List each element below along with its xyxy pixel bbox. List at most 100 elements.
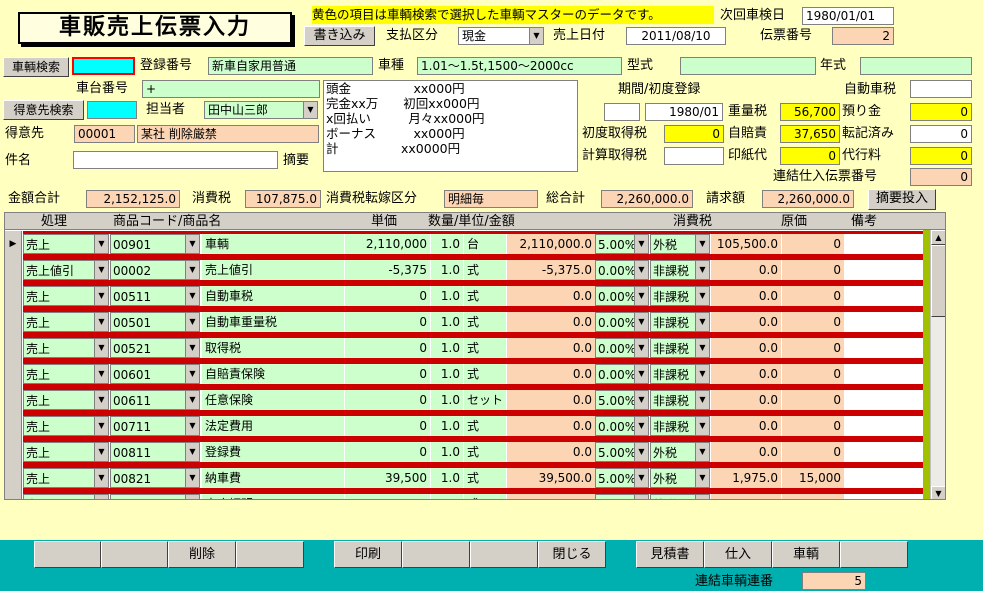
customer-id-field[interactable] (87, 101, 137, 119)
cell-tax[interactable]: 0.0 (711, 442, 781, 462)
cell-price[interactable]: 8,000 (345, 494, 430, 499)
cell-code[interactable]: 00831 ▼ (110, 494, 200, 499)
cell-name[interactable]: 取得税 (202, 338, 344, 358)
cell-proc[interactable]: 売上 ▼ (23, 416, 109, 436)
chevron-down-icon[interactable]: ▼ (634, 443, 648, 461)
cell-taxtype[interactable]: 外税 ▼ (650, 234, 710, 254)
cell-tax[interactable]: 0.0 (711, 260, 781, 280)
cell-note[interactable] (845, 234, 923, 254)
cell-cost[interactable]: 0 (782, 442, 844, 462)
scroll-up-icon[interactable]: ▲ (931, 230, 945, 245)
cell-tax[interactable]: 0.0 (711, 338, 781, 358)
cell-taxtype[interactable]: 外税 ▼ (650, 468, 710, 488)
staff-select[interactable]: 田中山三郎 ▼ (204, 101, 318, 119)
cell-amount[interactable]: 0.0 (507, 312, 595, 332)
stamp-field[interactable]: 0 (780, 147, 840, 165)
chevron-down-icon[interactable]: ▼ (695, 261, 709, 279)
chevron-down-icon[interactable]: ▼ (695, 313, 709, 331)
cell-rate[interactable]: 5.00%▼ (595, 234, 649, 254)
cell-qty[interactable]: 1.0 (431, 494, 463, 499)
row-selector[interactable] (5, 491, 22, 499)
cell-cost[interactable]: 0 (782, 338, 844, 358)
slip-no-field[interactable]: 2 (832, 27, 894, 45)
cell-rate[interactable]: 0.00% ▼ (595, 286, 649, 306)
cell-code[interactable]: 00501 ▼ (110, 312, 200, 332)
cell-amount[interactable]: 0.0 (507, 416, 595, 436)
chevron-down-icon[interactable]: ▼ (695, 495, 709, 499)
chevron-down-icon[interactable]: ▼ (529, 28, 543, 44)
cell-price[interactable]: 0 (345, 338, 430, 358)
chevron-down-icon[interactable]: ▼ (185, 495, 199, 499)
cell-rate[interactable]: 5.00%▼ (595, 390, 649, 410)
cell-cost[interactable]: 15,000 (782, 468, 844, 488)
cell-tax[interactable]: 0.0 (711, 390, 781, 410)
chevron-down-icon[interactable]: ▼ (634, 391, 648, 409)
customer-search-button[interactable]: 得意先検索 (3, 100, 84, 120)
chevron-down-icon[interactable]: ▼ (695, 339, 709, 357)
cell-unit[interactable]: 式 (464, 416, 506, 436)
cell-note[interactable] (845, 494, 923, 499)
footer-button-1[interactable] (34, 541, 101, 568)
row-selector[interactable] (5, 283, 22, 309)
chevron-down-icon[interactable]: ▼ (634, 365, 648, 383)
cell-qty[interactable]: 1.0 (431, 390, 463, 410)
row-selector[interactable] (5, 439, 22, 465)
cell-proc[interactable]: 売上 ▼ (23, 442, 109, 462)
footer-button-8[interactable] (470, 541, 538, 568)
chevron-down-icon[interactable]: ▼ (634, 339, 648, 357)
chevron-down-icon[interactable]: ▼ (695, 365, 709, 383)
cell-name[interactable]: 売上値引 (202, 260, 344, 280)
chevron-down-icon[interactable]: ▼ (634, 495, 648, 499)
chevron-down-icon[interactable]: ▼ (185, 391, 199, 409)
table-row[interactable]: 売上 ▼ 00821 ▼ 納車費 39,500 1.0 式 39,500.0 5.00% ▼ 外税 ▼ 1… (5, 465, 930, 491)
cell-rate[interactable]: 5.00%▼ (595, 468, 649, 488)
cell-rate[interactable]: 5.00%▼ (595, 442, 649, 462)
cell-cost[interactable]: 0 (782, 234, 844, 254)
cell-name[interactable]: 法定費用 (202, 416, 344, 436)
linked-slip-field[interactable]: 0 (910, 168, 972, 186)
chevron-down-icon[interactable]: ▼ (94, 417, 108, 435)
row-selector[interactable] (5, 413, 22, 439)
cell-price[interactable]: -5,375 (345, 260, 430, 280)
row-selector[interactable] (5, 465, 22, 491)
agency-fee-field[interactable]: 0 (910, 147, 972, 165)
cell-code[interactable]: 00002 ▼ (110, 260, 200, 280)
cell-unit[interactable]: セット (464, 390, 506, 410)
chevron-down-icon[interactable]: ▼ (185, 365, 199, 383)
cell-code[interactable]: 00511 ▼ (110, 286, 200, 306)
first-acq-tax-field[interactable]: 0 (664, 125, 724, 143)
chevron-down-icon[interactable]: ▼ (185, 287, 199, 305)
cell-amount[interactable]: 0.0 (507, 364, 595, 384)
quote-button[interactable]: 見積書 (636, 541, 704, 568)
table-row[interactable]: 売上 ▼ 00711 ▼ 法定費用 0 1.0 式 0.0 0.00% ▼ 非課税 ▼ 0.0 0 (5, 413, 930, 439)
cell-unit[interactable]: 式 (464, 494, 506, 499)
vertical-scrollbar[interactable]: ▲ ▼ (930, 230, 945, 499)
chevron-down-icon[interactable]: ▼ (303, 102, 317, 118)
row-selector[interactable] (5, 387, 22, 413)
chevron-down-icon[interactable]: ▼ (695, 469, 709, 487)
current-row-icon[interactable]: ▶ (5, 231, 22, 257)
cell-qty[interactable]: 1.0 (431, 364, 463, 384)
cell-name[interactable]: 納車費 (202, 468, 344, 488)
cell-proc[interactable]: 売上 ▼ (23, 468, 109, 488)
cell-tax[interactable]: 0.0 (711, 312, 781, 332)
reg-no-field[interactable]: 新車自家用普通 (208, 57, 373, 75)
cell-name[interactable]: 車輌 (202, 234, 344, 254)
chevron-down-icon[interactable]: ▼ (185, 339, 199, 357)
calc-acq-tax-field[interactable] (664, 147, 724, 165)
cell-note[interactable] (845, 468, 923, 488)
cell-amount[interactable]: 0.0 (507, 442, 595, 462)
cell-unit[interactable]: 式 (464, 312, 506, 332)
table-row[interactable]: 売上 ▼ 00501 ▼ 自動車重量税 0 1.0 式 0.0 0.00% ▼ 非課税 ▼ 0.0 0 (5, 309, 930, 335)
table-row[interactable]: 売上▼00831▼車庫証明8,0001.0式8,000.05.00%▼外税▼40… (5, 491, 930, 499)
cell-rate[interactable]: 0.00% ▼ (595, 416, 649, 436)
chevron-down-icon[interactable]: ▼ (94, 495, 108, 499)
cell-code[interactable]: 00901 ▼ (110, 234, 200, 254)
cell-price[interactable]: 39,500 (345, 468, 430, 488)
table-row[interactable]: ▶ 売上 ▼ 00901 ▼ 車輌 2,110,000 1.0 台 2,110,000.0 5.00… (5, 231, 930, 257)
cell-note[interactable] (845, 442, 923, 462)
chevron-down-icon[interactable]: ▼ (94, 235, 108, 253)
chevron-down-icon[interactable]: ▼ (185, 235, 199, 253)
scroll-down-icon[interactable]: ▼ (931, 486, 945, 499)
car-type-field[interactable]: 1.01～1.5t,1500～2000cc (417, 57, 622, 75)
